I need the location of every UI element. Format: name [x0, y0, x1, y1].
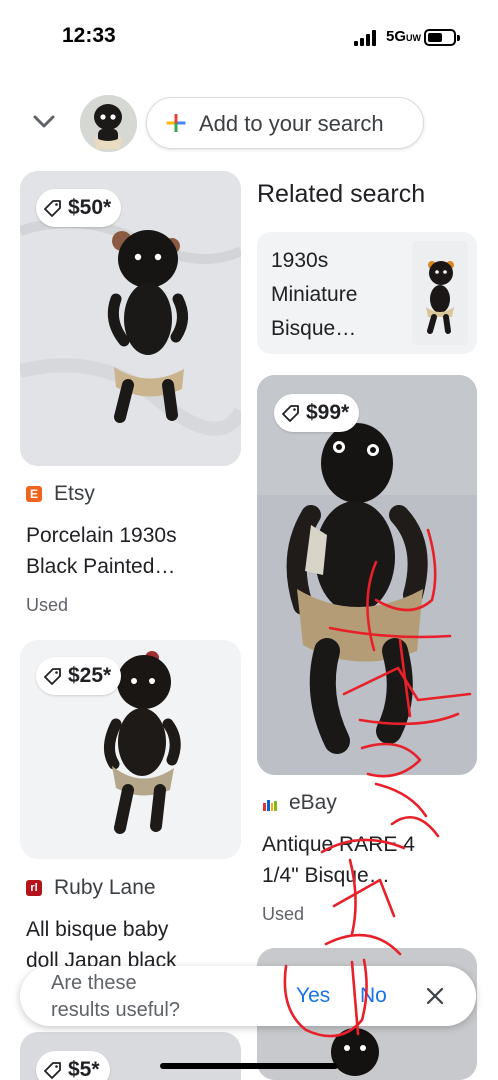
result-source: eBay	[263, 791, 337, 815]
network-label: 5GUW	[386, 28, 422, 45]
close-icon[interactable]	[424, 985, 446, 1007]
result-title[interactable]: Antique RARE 4 1/4" Bisque…	[262, 829, 415, 891]
price-badge: $5*	[36, 1051, 110, 1080]
tag-icon	[282, 405, 299, 422]
signal-icon	[354, 30, 380, 46]
price-badge: $50*	[36, 189, 122, 227]
related-search-thumbnail	[412, 241, 468, 345]
result-title[interactable]: Porcelain 1930s Black Painted…	[26, 520, 177, 582]
add-to-search-label: Add to your search	[199, 111, 384, 136]
feedback-yes-button[interactable]: Yes	[296, 984, 330, 1008]
feedback-question: Are these results useful?	[51, 972, 180, 1021]
home-indicator	[160, 1063, 338, 1069]
related-search-card[interactable]: 1930s Miniature Bisque…	[257, 232, 477, 354]
plus-icon	[166, 114, 186, 132]
ebay-icon	[263, 795, 277, 811]
tag-icon	[44, 1062, 61, 1079]
query-image-thumbnail[interactable]	[80, 95, 137, 152]
chevron-down-icon[interactable]	[30, 108, 58, 136]
result-image[interactable]	[257, 375, 477, 775]
result-condition: Used	[26, 595, 69, 615]
battery-icon	[424, 29, 460, 46]
result-source: rl Ruby Lane	[26, 876, 156, 900]
feedback-bar: Are these results useful? Yes No	[20, 966, 476, 1026]
status-bar: 12:33 5GUW	[0, 0, 498, 72]
feedback-no-button[interactable]: No	[360, 984, 387, 1008]
price-badge: $25*	[36, 657, 122, 695]
related-search-label: 1930s Miniature Bisque…	[271, 249, 358, 340]
related-search-heading: Related search	[257, 180, 426, 208]
tag-icon	[44, 200, 61, 217]
tag-icon	[44, 668, 61, 685]
add-to-search-button[interactable]: Add to your search	[146, 97, 424, 149]
price-badge: $99*	[274, 394, 360, 432]
etsy-icon: E	[26, 486, 42, 502]
result-condition: Used	[262, 904, 305, 924]
ruby-lane-icon: rl	[26, 880, 42, 896]
status-time: 12:33	[62, 24, 116, 47]
result-source: E Etsy	[26, 482, 95, 506]
